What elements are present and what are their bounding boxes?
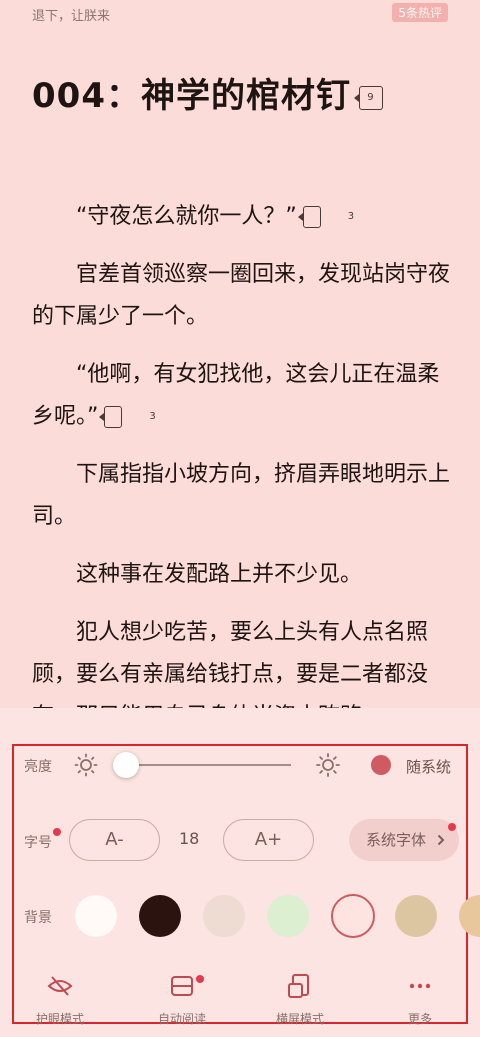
paragraph-comment-bubble-icon[interactable]: 3 (302, 206, 354, 228)
increase-font-button[interactable]: A+ (223, 819, 314, 861)
tab-landscape-mode[interactable]: 横屏模式 (252, 972, 348, 1027)
brightness-high-icon[interactable] (316, 753, 340, 777)
chapter-comment-bubble-icon[interactable]: 9 (358, 85, 383, 110)
font-size-label: 字号 (24, 835, 52, 851)
brightness-slider-track[interactable] (125, 764, 291, 766)
tab-auto-read[interactable]: 自动阅读 (134, 972, 230, 1027)
reading-content: “守夜怎么就你一人？” 3 官差首领巡察一圈回来，发现站岗守夜的下属少了一个。 “… (32, 196, 452, 754)
book-title: 退下，让朕来 (32, 9, 111, 24)
background-swatch-tan[interactable] (395, 895, 437, 937)
chapter-title: 004：神学的棺材钉 9 (32, 68, 383, 117)
follow-system-radio[interactable] (371, 755, 391, 775)
background-swatch-green[interactable] (267, 895, 309, 937)
auto-read-icon (171, 976, 193, 996)
hot-comments-badge[interactable]: 5条热评 (392, 3, 448, 22)
background-swatch-white[interactable] (75, 895, 117, 937)
system-font-label: 系统字体 (366, 831, 427, 849)
follow-system-label[interactable]: 随系统 (406, 756, 451, 777)
tab-eye-protection-label: 护眼模式 (35, 1012, 84, 1026)
decrease-font-button[interactable]: A- (69, 819, 160, 861)
system-font-button[interactable]: 系统字体 (349, 819, 459, 861)
eye-off-icon (47, 976, 73, 996)
paragraph-comment-bubble-icon[interactable]: 3 (104, 406, 156, 428)
system-font-new-dot (448, 823, 456, 831)
paragraph: “守夜怎么就你一人？” 3 (76, 204, 355, 229)
brightness-low-icon[interactable] (74, 753, 98, 777)
tab-more[interactable]: 更多 (372, 972, 468, 1027)
chapter-title-text: 004：神学的棺材钉 (32, 76, 351, 116)
paragraph: 这种事在发配路上并不少见。 (76, 562, 363, 587)
brightness-slider-thumb[interactable] (113, 752, 139, 778)
rotate-screen-icon (288, 974, 309, 998)
font-size-new-dot (53, 828, 61, 836)
paragraph: 官差首领巡察一圈回来，发现站岗守夜的下属少了一个。 (32, 262, 451, 329)
font-size-value: 18 (179, 829, 200, 848)
paragraph: “他啊，有女犯找他，这会儿正在温柔乡呢。” 3 (32, 362, 440, 429)
tab-eye-protection[interactable]: 护眼模式 (12, 972, 108, 1027)
chapter-comment-count: 9 (367, 91, 375, 103)
tab-auto-read-label: 自动阅读 (157, 1012, 206, 1026)
top-bar: 退下，让朕来 5条热评 (0, 0, 480, 30)
more-icon (409, 983, 431, 989)
background-swatch-beige[interactable] (203, 895, 245, 937)
paragraph: 下属指指小坡方向，挤眉弄眼地明示上司。 (32, 462, 451, 529)
tab-more-label: 更多 (407, 1012, 432, 1026)
background-swatch-pink-selected[interactable] (331, 894, 375, 938)
auto-read-new-dot (196, 975, 204, 983)
background-label: 背景 (24, 910, 52, 926)
background-swatch-dark[interactable] (139, 895, 181, 937)
brightness-label: 亮度 (24, 759, 52, 775)
chevron-right-icon (437, 834, 445, 846)
tab-landscape-mode-label: 横屏模式 (275, 1012, 324, 1026)
